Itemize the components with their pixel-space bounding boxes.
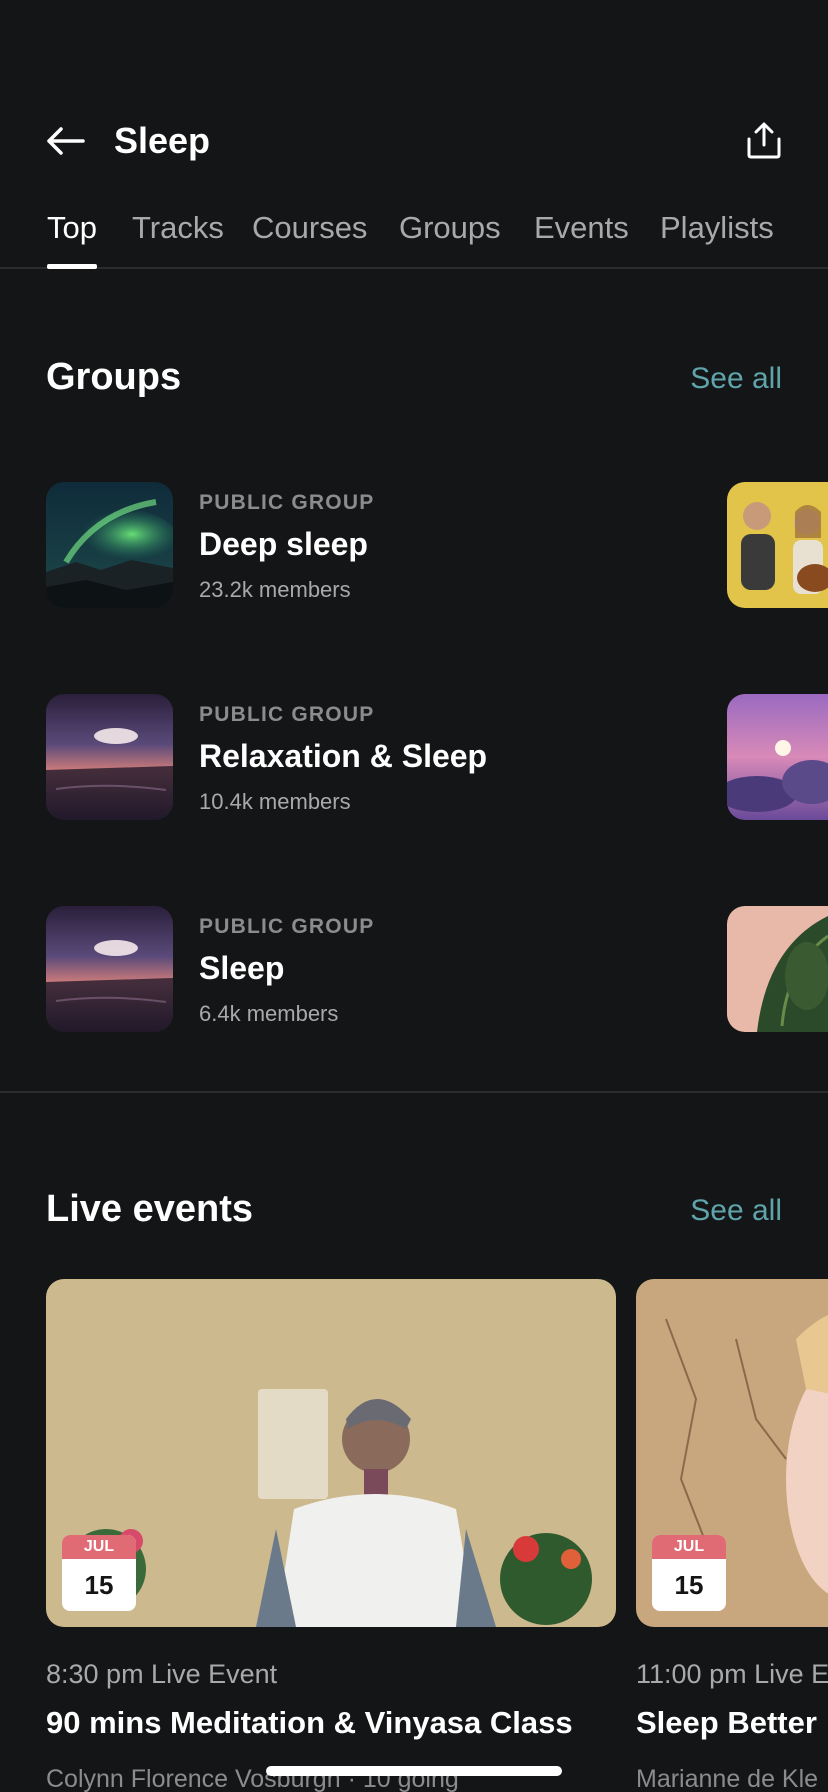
group-type-label: PUBLIC GROUP [199,491,375,514]
group-name: Deep sleep [199,526,368,562]
group-item-sleep[interactable]: PUBLIC GROUP Sleep 6.4k members [46,906,786,1032]
group-item-relaxation-sleep[interactable]: PUBLIC GROUP Relaxation & Sleep 10.4k me… [46,694,786,820]
tab-top[interactable]: Top [47,208,97,248]
event-time: 11:00 pm Live Ev [636,1659,828,1689]
event-title: 90 mins Meditation & Vinyasa Class [46,1705,573,1740]
group-member-count: 23.2k members [199,577,351,602]
back-button[interactable] [40,120,90,162]
groups-see-all-link[interactable]: See all [690,359,782,399]
date-badge: JUL 15 [62,1535,136,1611]
share-icon [747,122,781,159]
arrow-left-icon [47,127,85,155]
tab-playlists[interactable]: Playlists [660,208,774,248]
event-image-portrait: JUL 15 [636,1279,828,1627]
share-button[interactable] [736,114,792,168]
group-name: Relaxation & Sleep [199,738,488,774]
event-image-instructor: JUL 15 [46,1279,616,1627]
page-title: Sleep [114,120,211,161]
active-tab-indicator [47,264,97,269]
tab-courses[interactable]: Courses [252,208,367,248]
group-image-aurora [46,482,173,608]
header: Sleep [0,106,828,176]
screen: Sleep Top Tracks Courses Groups Events P… [0,0,828,1792]
group-image-musicians[interactable] [727,482,828,608]
groups-section-title: Groups [46,356,182,398]
events-see-all-link[interactable]: See all [690,1191,782,1231]
group-member-count: 6.4k members [199,1001,339,1026]
group-type-label: PUBLIC GROUP [199,915,375,938]
tab-tracks[interactable]: Tracks [132,208,224,248]
date-day: 15 [84,1570,114,1600]
group-member-count: 10.4k members [199,789,351,814]
group-image-stormy-sunset [46,694,173,820]
section-divider [0,1091,828,1093]
date-month: JUL [652,1535,726,1559]
tab-bar: Top Tracks Courses Groups Events Playlis… [0,200,828,269]
tab-groups[interactable]: Groups [399,208,501,248]
event-title: Sleep Better [636,1705,817,1740]
group-image-moon-clouds[interactable] [727,694,828,820]
date-badge: JUL 15 [652,1535,726,1611]
group-name: Sleep [199,950,285,986]
group-image-plant[interactable] [727,906,828,1032]
event-time: 8:30 pm Live Event [46,1659,278,1689]
home-indicator [266,1766,562,1776]
date-day: 15 [674,1570,704,1600]
event-card[interactable]: JUL 15 11:00 pm Live Ev Sleep Better Mar… [636,1279,828,1792]
group-image-stormy-sunset [46,906,173,1032]
group-item-deep-sleep[interactable]: PUBLIC GROUP Deep sleep 23.2k members [46,482,786,608]
group-type-label: PUBLIC GROUP [199,703,375,726]
event-host: Marianne de Kle [636,1765,819,1792]
events-section-title: Live events [46,1188,253,1230]
tab-events[interactable]: Events [534,208,629,248]
date-month: JUL [62,1535,136,1559]
